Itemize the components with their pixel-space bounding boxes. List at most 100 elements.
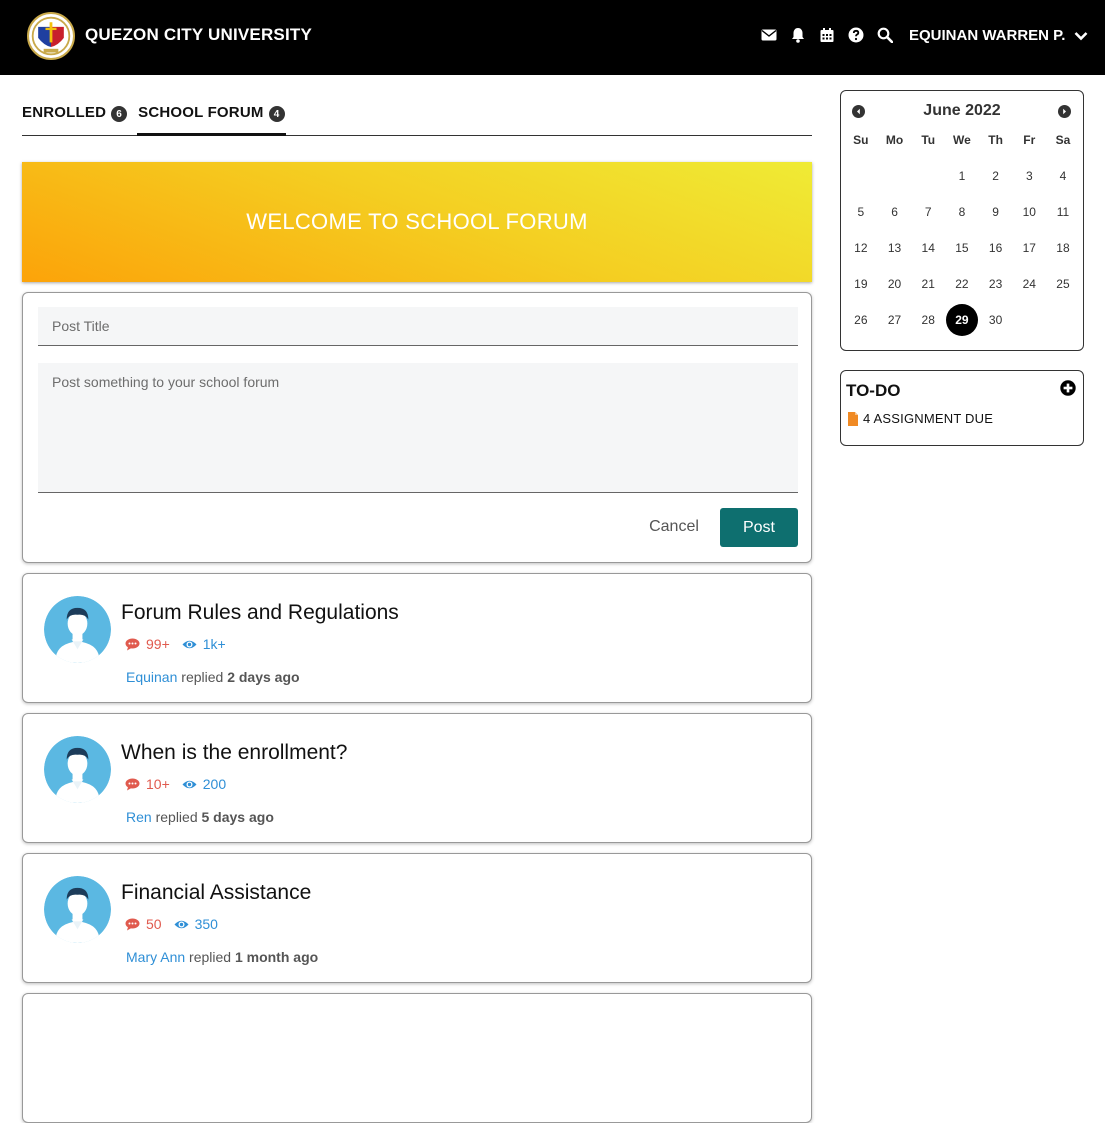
tab-enrolled[interactable]: ENROLLED 6 — [22, 96, 128, 136]
comments-icon — [125, 778, 140, 790]
add-todo-button[interactable] — [1060, 380, 1076, 396]
thread-title: Forum Rules and Regulations — [121, 601, 399, 624]
day-number: 23 — [988, 277, 1003, 291]
calendar-blank — [844, 169, 878, 205]
chevron-right-icon — [1063, 108, 1066, 115]
day-number: 5 — [857, 205, 865, 219]
thread-stats: 50 350 — [125, 916, 218, 932]
calendar-day[interactable]: 1 — [945, 169, 979, 205]
views-count: 1k+ — [182, 636, 226, 652]
post-button[interactable]: Post — [720, 508, 798, 547]
count-badge: 4 — [268, 106, 285, 122]
reply-author[interactable]: Ren — [126, 809, 152, 825]
calendar-day[interactable]: 12 — [844, 241, 878, 277]
university-logo[interactable] — [27, 12, 75, 60]
forum-thread[interactable]: Financial Assistance 50 350 Mary Ann rep… — [22, 853, 812, 983]
replies-count: 10+ — [125, 776, 170, 792]
calendar-month-title: June 2022 — [923, 102, 1001, 119]
calendar-day[interactable]: 4 — [1046, 169, 1080, 205]
calendar-day[interactable]: 3 — [1012, 169, 1046, 205]
cancel-button[interactable]: Cancel — [643, 508, 705, 546]
calendar-icon[interactable] — [819, 26, 835, 44]
calendar-day[interactable]: 20 — [878, 277, 912, 313]
day-number: 26 — [854, 313, 868, 327]
calendar-day[interactable]: 27 — [878, 313, 912, 349]
plus-circle-icon — [1060, 380, 1076, 396]
day-number: 9 — [992, 205, 999, 219]
eye-icon — [174, 920, 189, 928]
calendar-day[interactable]: 24 — [1012, 277, 1046, 313]
university-name: QUEZON CITY UNIVERSITY — [85, 25, 313, 44]
day-number: 15 — [955, 241, 969, 255]
day-number: 27 — [887, 313, 902, 327]
day-number: 18 — [1056, 241, 1070, 255]
calendar-day[interactable]: 25 — [1046, 277, 1080, 313]
forum-thread[interactable]: When is the enrollment? 10+ 200 Ren repl… — [22, 713, 812, 843]
calendar-day[interactable]: 30 — [979, 313, 1013, 349]
tab-label: SCHOOL FORUM — [138, 104, 264, 121]
top-navbar: QUEZON CITY UNIVERSITY EQUINAN WARREN P. — [0, 0, 1105, 75]
forum-thread[interactable]: Forum Rules and Regulations 99+ 1k+ Equi… — [22, 573, 812, 703]
views-count: 200 — [182, 776, 226, 792]
calendar-day[interactable]: 6 — [878, 205, 912, 241]
replies-value: 99+ — [146, 636, 170, 652]
thread-meta: Equinan replied 2 days ago — [126, 669, 300, 685]
calendar-day[interactable]: 7 — [911, 205, 945, 241]
reply-author[interactable]: Equinan — [126, 669, 177, 685]
forum-thread[interactable] — [22, 993, 812, 1123]
reply-time: 5 days ago — [201, 809, 274, 825]
weekday-label: We — [953, 133, 971, 147]
calendar-day-selected[interactable]: 29 — [945, 304, 979, 349]
weekday-label: Mo — [885, 133, 904, 147]
reply-action: replied — [189, 949, 232, 965]
calendar-day[interactable]: 16 — [979, 241, 1013, 277]
reply-author[interactable]: Mary Ann — [126, 949, 185, 965]
mini-calendar: June 2022 Su Mo Tu We Th Fr Sa 1 2 3 4 5 6 7 8 9 10 11 12 1… — [840, 90, 1084, 351]
calendar-day[interactable]: 21 — [911, 277, 945, 313]
todo-item[interactable]: 4 ASSIGNMENT DUE — [848, 411, 993, 426]
calendar-day[interactable]: 26 — [844, 313, 878, 349]
replies-value: 10+ — [146, 776, 170, 792]
tab-school-forum[interactable]: SCHOOL FORUM 4 — [137, 96, 286, 136]
calendar-day[interactable]: 11 — [1046, 205, 1080, 241]
calendar-day[interactable]: 9 — [979, 205, 1013, 241]
comments-icon — [125, 918, 140, 930]
calendar-day[interactable]: 8 — [945, 205, 979, 241]
calendar-day[interactable]: 17 — [1012, 241, 1046, 277]
replies-count: 50 — [125, 916, 162, 932]
tab-bar: ENROLLED 6 SCHOOL FORUM 4 — [22, 96, 812, 136]
replies-value: 50 — [146, 916, 162, 932]
help-icon[interactable] — [848, 26, 864, 44]
user-menu[interactable]: EQUINAN WARREN P. — [909, 27, 1088, 44]
calendar-day[interactable]: 5 — [844, 205, 878, 241]
bell-icon[interactable] — [790, 26, 806, 44]
calendar-day[interactable]: 18 — [1046, 241, 1080, 277]
views-value: 200 — [202, 776, 227, 792]
topbar-icons — [761, 26, 893, 44]
day-number: 14 — [921, 241, 935, 255]
reply-time: 2 days ago — [227, 669, 300, 685]
chevron-down-icon — [1075, 31, 1088, 40]
day-number: 25 — [1056, 277, 1070, 291]
thread-meta: Mary Ann replied 1 month ago — [126, 949, 318, 965]
calendar-day[interactable]: 19 — [844, 277, 878, 313]
day-number: 29 — [945, 304, 978, 336]
weekday-label: Sa — [1055, 133, 1071, 147]
calendar-next-button[interactable] — [1058, 105, 1071, 118]
calendar-day[interactable]: 15 — [945, 241, 979, 277]
calendar-day[interactable]: 23 — [979, 277, 1013, 313]
post-body-textarea[interactable] — [38, 363, 798, 493]
calendar-day[interactable]: 2 — [979, 169, 1013, 205]
calendar-day[interactable]: 13 — [878, 241, 912, 277]
calendar-day[interactable]: 14 — [911, 241, 945, 277]
calendar-blank — [911, 169, 945, 205]
calendar-header: June 2022 — [841, 102, 1083, 122]
new-post-form: Cancel Post — [22, 292, 812, 563]
post-title-input[interactable] — [38, 307, 798, 346]
views-count: 350 — [174, 916, 218, 932]
calendar-day[interactable]: 28 — [911, 313, 945, 349]
envelope-icon[interactable] — [761, 26, 777, 44]
welcome-banner: WELCOME TO SCHOOL FORUM — [22, 162, 812, 282]
calendar-day[interactable]: 10 — [1012, 205, 1046, 241]
search-icon[interactable] — [877, 26, 893, 44]
